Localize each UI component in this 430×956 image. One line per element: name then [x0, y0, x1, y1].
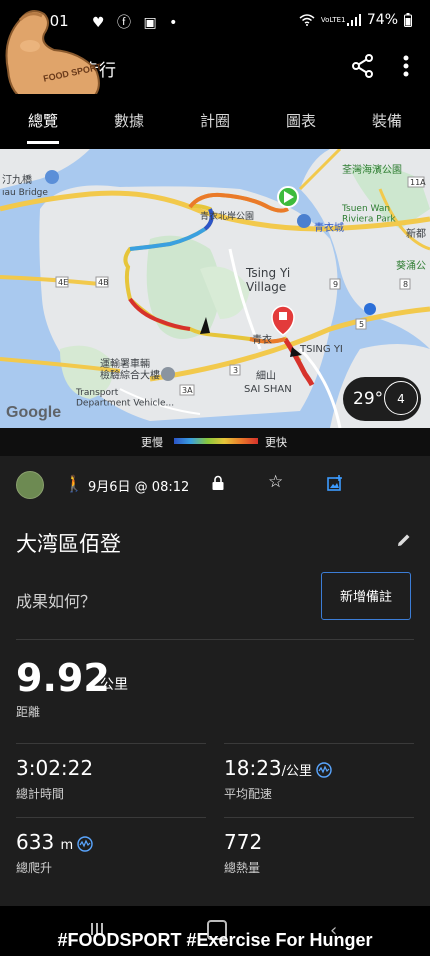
divider — [224, 817, 414, 818]
wind-speed: 4 — [397, 392, 405, 406]
map-label-sai-shan-cn: 細山 — [256, 369, 276, 382]
map-label-sai-shan-en: SAI SHAN — [244, 384, 292, 395]
calories-label: 總熱量 — [224, 861, 261, 875]
distance-unit: 公里 — [100, 677, 128, 693]
foodsport-logo: FOOD SPORT — [5, 10, 103, 106]
distance-label: 距離 — [16, 705, 41, 719]
add-photo-icon[interactable] — [327, 475, 343, 491]
battery-icon — [404, 13, 412, 27]
avg-pace-unit: /公里 — [281, 764, 313, 779]
distance-value: 9.92 — [16, 656, 110, 700]
route-shield-8: 8 — [403, 280, 408, 289]
tab-overview[interactable]: 總覽 — [0, 94, 86, 146]
lock-icon[interactable] — [211, 475, 225, 491]
route-shield-3a: 3A — [182, 386, 193, 395]
legend-fast-label: 更快 — [265, 436, 287, 449]
wind-indicator: 4 — [384, 381, 418, 415]
divider — [224, 743, 414, 744]
ascent-unit: m — [60, 838, 74, 853]
map-label-tsuen-wan-park-en: Tsuen Wan Riviera Park — [341, 204, 396, 224]
tab-bar: 總覽 數據 計圈 圖表 裝備 — [0, 94, 430, 146]
map-label-sun-ka: 新都 — [406, 227, 426, 240]
tab-gear[interactable]: 裝備 — [344, 94, 430, 146]
total-ascent-label: 總爬升 — [16, 861, 53, 875]
notification-icons: ♥ ⓕ ▣ • — [92, 15, 182, 31]
map-label-kwai-chung: 葵涌公 — [396, 260, 426, 272]
ascent-info-icon[interactable] — [77, 835, 93, 852]
avatar[interactable] — [16, 471, 44, 499]
more-options-icon[interactable] — [396, 52, 416, 80]
add-note-button[interactable]: 新增備註 — [321, 572, 411, 620]
walking-icon: 🚶 — [64, 474, 84, 493]
route-shield-9: 9 — [333, 280, 338, 289]
wifi-icon — [299, 14, 315, 26]
map-label-tsing-yi-en: TSING YI — [299, 344, 343, 355]
feedback-question: 成果如何？ — [16, 592, 97, 611]
avg-pace-value: 18:23/公里 — [224, 756, 332, 780]
temperature: 29° — [353, 389, 384, 409]
bridge-poi-icon — [45, 170, 59, 184]
map-label-tsing-yi-cn: 青衣 — [252, 333, 272, 346]
activity-date: 9月6日 @ 08:12 — [88, 480, 190, 495]
battery-percent: 74% — [366, 12, 398, 28]
route-shield-4e: 4E — [58, 278, 68, 287]
activity-title[interactable]: 大湾區佰登 — [16, 528, 121, 558]
activity-meta-row: 🚶 9月6日 @ 08:12 ☆ — [0, 456, 430, 512]
station-poi-icon — [364, 303, 376, 315]
route-map[interactable]: 4E 4B 11A 5 3 3A 8 9 汀九橋 ıau Bridge Tsin… — [0, 149, 430, 428]
activity-details: 🚶 9月6日 @ 08:12 ☆ 大湾區佰登 成果如何？ 新增備註 9.92 公… — [0, 456, 430, 906]
route-shield-3: 3 — [233, 366, 238, 375]
ascent-number: 633 — [16, 830, 55, 854]
mall-poi-icon — [297, 214, 311, 228]
route-shield-11a: 11A — [410, 178, 426, 187]
total-time-label: 總計時間 — [16, 787, 65, 801]
legend-slow-label: 更慢 — [141, 436, 163, 449]
transport-poi-icon — [161, 367, 175, 381]
tab-stats[interactable]: 數據 — [86, 94, 172, 146]
pace-info-icon[interactable] — [316, 761, 332, 778]
tab-laps[interactable]: 計圈 — [172, 94, 258, 146]
calories-value: 772 — [224, 830, 263, 854]
hashtag-caption: #FOODSPORT #Exercise For Hunger — [57, 930, 373, 950]
avg-pace-label: 平均配速 — [224, 787, 273, 801]
tab-charts[interactable]: 圖表 — [258, 94, 344, 146]
avg-pace-number: 18:23 — [224, 756, 282, 780]
route-shield-5: 5 — [359, 320, 364, 329]
divider — [16, 639, 414, 640]
map-label-tsuen-wan-park-cn: 荃灣海濱公園 — [342, 163, 402, 176]
status-right: VoLTE1 74% — [299, 12, 412, 28]
edit-icon[interactable] — [396, 532, 412, 548]
map-label-bridge-cn: 汀九橋 — [2, 173, 32, 186]
volte-label: VoLTE1 — [320, 16, 346, 24]
legend-gradient-bar — [174, 438, 258, 444]
speed-legend: 更慢 更快 — [0, 428, 430, 456]
share-icon[interactable] — [349, 52, 377, 80]
total-time-value: 3:02:22 — [16, 756, 94, 780]
map-label-bridge-en: ıau Bridge — [2, 188, 48, 198]
map-label-tsing-yi-city: 青衣城 — [314, 221, 344, 234]
divider — [16, 817, 206, 818]
divider — [16, 743, 206, 744]
weather-badge: 29° 4 — [343, 377, 421, 421]
google-logo: Google — [6, 404, 61, 421]
star-icon[interactable]: ☆ — [268, 472, 283, 492]
map-label-tsing-yi-park: 青衣北岸公園 — [200, 210, 254, 222]
signal-icon — [346, 14, 361, 26]
map-label-tsing-yi-village: Tsing Yi Village — [245, 266, 290, 294]
total-ascent-value: 633 m — [16, 830, 93, 854]
route-shield-4b: 4B — [98, 278, 109, 287]
